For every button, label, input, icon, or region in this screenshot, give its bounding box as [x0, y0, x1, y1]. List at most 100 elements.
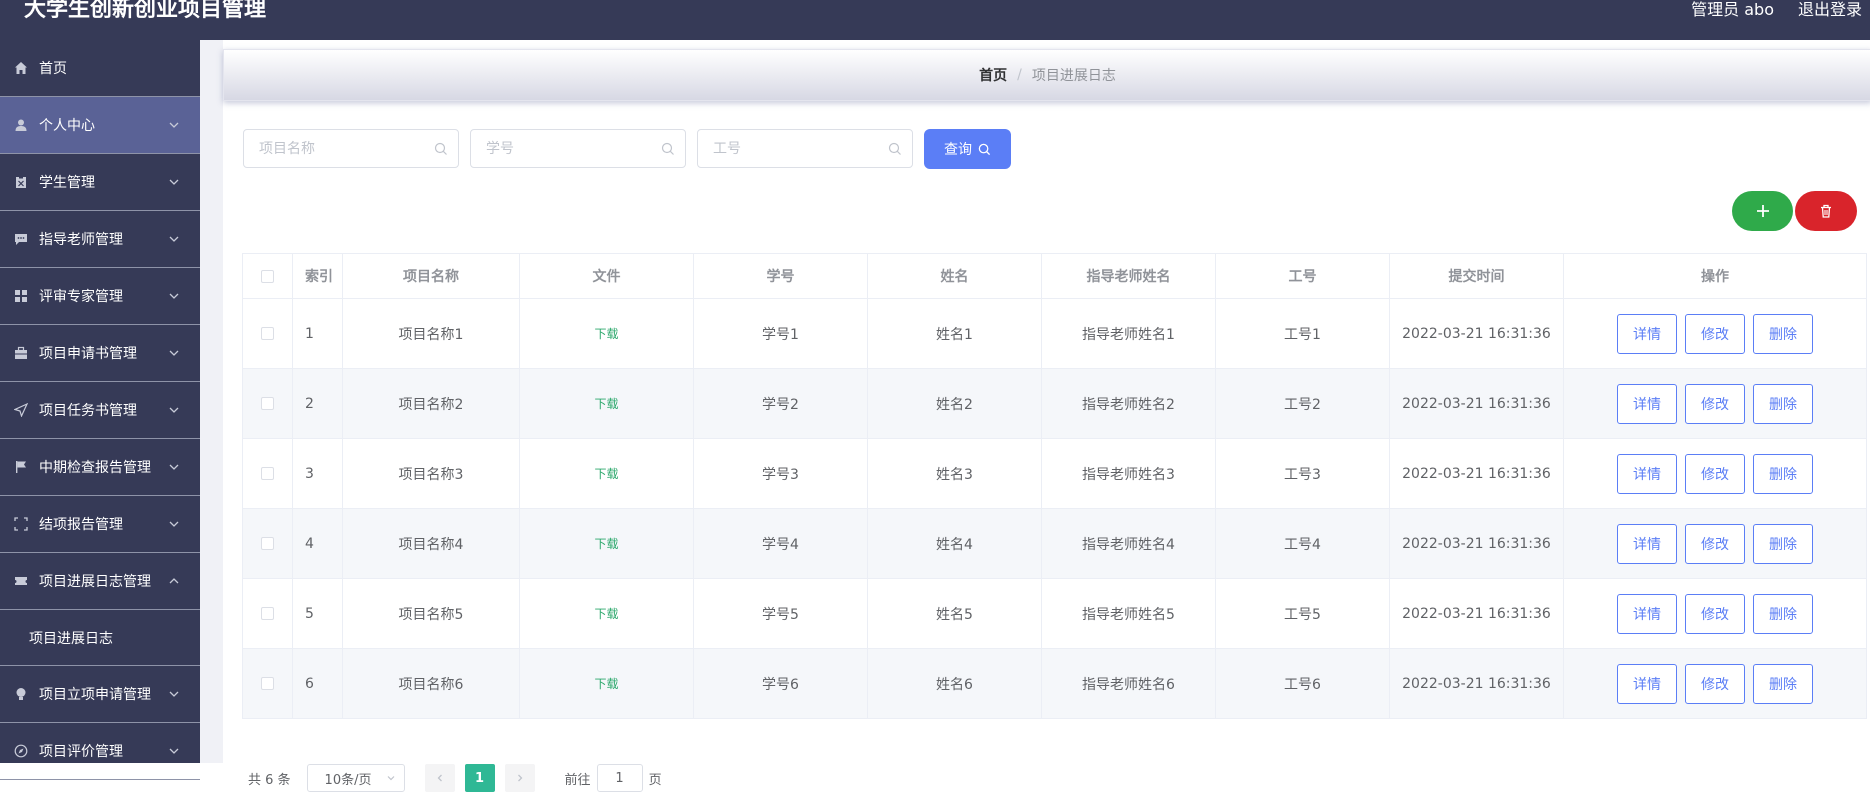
current-user: 管理员 abo	[1691, 0, 1774, 19]
sidebar-subitem-progress-log[interactable]: 项目进展日志	[0, 610, 200, 666]
header-actions: 操作	[1701, 269, 1729, 285]
student-no-input[interactable]	[471, 130, 656, 167]
sidebar-item-label: 项目立项申请管理	[39, 687, 151, 703]
sidebar-item-student-mgmt[interactable]: 学生管理	[0, 154, 200, 211]
download-link[interactable]: 下载	[594, 675, 618, 692]
sidebar-item-home[interactable]: 首页	[0, 40, 200, 97]
sidebar-item-personal-center[interactable]: 个人中心	[0, 97, 200, 154]
search-icon	[434, 142, 447, 155]
row-checkbox[interactable]	[261, 397, 274, 410]
select-all-checkbox[interactable]	[261, 269, 274, 283]
breadcrumb-home[interactable]: 首页	[979, 65, 1007, 85]
progress-log-table: 索引 项目名称 文件 学号 姓名 指导老师姓名 工号 提交时间 操作 1 项目名…	[242, 253, 1867, 719]
project-name-input[interactable]	[244, 130, 429, 167]
cell-staff-no: 工号4	[1216, 509, 1390, 578]
clipboard-icon	[13, 174, 29, 190]
cell-submit-time: 2022-03-21 16:31:36	[1390, 299, 1564, 368]
cell-submit-time: 2022-03-21 16:31:36	[1390, 439, 1564, 508]
breadcrumb: 首页 / 项目进展日志	[223, 49, 1870, 101]
cell-file: 下载	[520, 369, 694, 438]
sidebar-item-label: 学生管理	[39, 175, 95, 191]
header-student-name: 姓名	[868, 254, 1042, 298]
delete-button[interactable]: 删除	[1753, 523, 1813, 564]
cell-student-name: 姓名6	[868, 649, 1042, 718]
sidebar-item-label: 项目任务书管理	[39, 403, 137, 419]
cell-teacher-name: 指导老师姓名3	[1042, 439, 1216, 508]
student-no-search[interactable]	[470, 129, 686, 168]
sidebar-item-label: 评审专家管理	[39, 289, 123, 305]
bulb-icon	[13, 686, 29, 702]
edit-button[interactable]: 修改	[1685, 663, 1745, 704]
delete-button[interactable]: 删除	[1753, 663, 1813, 704]
sidebar-item-application-mgmt[interactable]: 项目申请书管理	[0, 325, 200, 382]
goto-page-input[interactable]: 1	[596, 764, 643, 792]
row-checkbox[interactable]	[261, 327, 274, 340]
sidebar-item-midterm-mgmt[interactable]: 中期检查报告管理	[0, 439, 200, 496]
sidebar-item-evaluation-mgmt[interactable]: 项目评价管理	[0, 723, 200, 780]
edit-button[interactable]: 修改	[1685, 523, 1745, 564]
project-name-search[interactable]	[243, 129, 459, 168]
sidebar-item-expert-mgmt[interactable]: 评审专家管理	[0, 268, 200, 325]
table-row: 1 项目名称1 下载 学号1 姓名1 指导老师姓名1 工号1 2022-03-2…	[243, 299, 1866, 369]
download-link[interactable]: 下载	[594, 395, 618, 412]
detail-button[interactable]: 详情	[1617, 453, 1677, 494]
row-select-cell	[243, 299, 293, 368]
staff-no-input[interactable]	[698, 130, 883, 167]
row-checkbox[interactable]	[261, 467, 274, 480]
table-row: 2 项目名称2 下载 学号2 姓名2 指导老师姓名2 工号2 2022-03-2…	[243, 369, 1866, 439]
table-row: 6 项目名称6 下载 学号6 姓名6 指导老师姓名6 工号6 2022-03-2…	[243, 649, 1866, 719]
sidebar-item-approval-mgmt[interactable]: 项目立项申请管理	[0, 666, 200, 723]
download-link[interactable]: 下载	[594, 325, 618, 342]
chevron-down-icon	[169, 350, 179, 356]
logout-link[interactable]: 退出登录	[1798, 0, 1862, 20]
cell-index: 3	[293, 439, 343, 508]
detail-button[interactable]: 详情	[1617, 593, 1677, 634]
add-button[interactable]	[1732, 191, 1793, 231]
cell-index: 6	[293, 649, 343, 718]
sidebar-item-label: 项目评价管理	[39, 744, 123, 760]
sidebar-item-final-report-mgmt[interactable]: 结项报告管理	[0, 496, 200, 553]
cell-file: 下载	[520, 579, 694, 648]
cell-actions: 详情 修改 删除	[1564, 299, 1866, 368]
send-icon	[13, 402, 29, 418]
prev-page-button[interactable]	[424, 764, 455, 792]
cell-student-no: 学号2	[694, 369, 868, 438]
edit-button[interactable]: 修改	[1685, 593, 1745, 634]
flag-icon	[13, 459, 29, 475]
chevron-down-icon	[387, 776, 394, 781]
page-size-select[interactable]: 10条/页	[306, 764, 405, 792]
next-page-button[interactable]	[504, 764, 535, 792]
sidebar-item-label: 结项报告管理	[39, 517, 123, 533]
delete-button[interactable]: 删除	[1753, 313, 1813, 354]
delete-button[interactable]: 删除	[1753, 383, 1813, 424]
query-button[interactable]: 查询	[924, 129, 1011, 169]
download-link[interactable]: 下载	[594, 535, 618, 552]
edit-button[interactable]: 修改	[1685, 313, 1745, 354]
detail-button[interactable]: 详情	[1617, 383, 1677, 424]
row-checkbox[interactable]	[261, 537, 274, 550]
table-header-row: 索引 项目名称 文件 学号 姓名 指导老师姓名 工号 提交时间 操作	[243, 254, 1866, 299]
detail-button[interactable]: 详情	[1617, 663, 1677, 704]
cell-submit-time: 2022-03-21 16:31:36	[1390, 649, 1564, 718]
row-checkbox[interactable]	[261, 607, 274, 620]
cell-teacher-name: 指导老师姓名5	[1042, 579, 1216, 648]
edit-button[interactable]: 修改	[1685, 453, 1745, 494]
delete-button[interactable]: 删除	[1753, 593, 1813, 634]
sidebar-item-teacher-mgmt[interactable]: 指导老师管理	[0, 211, 200, 268]
page-number-current[interactable]: 1	[464, 764, 495, 792]
query-button-label: 查询	[944, 142, 972, 158]
detail-button[interactable]: 详情	[1617, 523, 1677, 564]
download-link[interactable]: 下载	[594, 605, 618, 622]
sidebar-item-task-mgmt[interactable]: 项目任务书管理	[0, 382, 200, 439]
batch-delete-button[interactable]	[1795, 191, 1857, 231]
chevron-down-icon	[169, 179, 179, 185]
row-checkbox[interactable]	[261, 677, 274, 690]
delete-button[interactable]: 删除	[1753, 453, 1813, 494]
sidebar-item-progress-log-mgmt[interactable]: 项目进展日志管理	[0, 553, 200, 610]
download-link[interactable]: 下载	[594, 465, 618, 482]
cell-project-name: 项目名称2	[343, 369, 520, 438]
cell-teacher-name: 指导老师姓名6	[1042, 649, 1216, 718]
staff-no-search[interactable]	[697, 129, 913, 168]
edit-button[interactable]: 修改	[1685, 383, 1745, 424]
detail-button[interactable]: 详情	[1617, 313, 1677, 354]
